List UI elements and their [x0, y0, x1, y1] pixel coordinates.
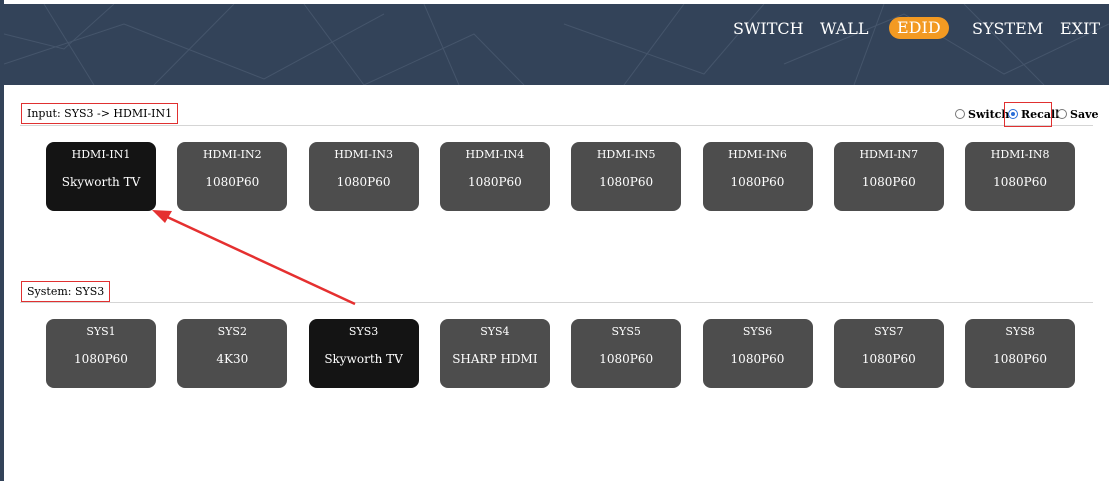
system-divider: [20, 302, 1093, 303]
tile-value: 4K30: [216, 352, 249, 366]
tile-value: 1080P60: [861, 175, 916, 189]
tile-name: SYS4: [480, 325, 510, 338]
tile-name: HDMI-IN8: [990, 148, 1050, 161]
mode-save-label: Save: [1070, 108, 1099, 121]
tile-name: SYS2: [217, 325, 247, 338]
tile-name: HDMI-IN3: [334, 148, 393, 161]
input-tile[interactable]: HDMI-IN5 1080P60: [571, 142, 682, 211]
system-tile[interactable]: SYS3 Skyworth TV: [308, 319, 419, 388]
tile-name: HDMI-IN2: [202, 148, 262, 161]
content-panel: [11, 85, 1109, 481]
tile-name: SYS8: [1005, 325, 1035, 338]
recall-highlight-box: [1004, 102, 1052, 127]
tile-name: HDMI-IN4: [465, 148, 525, 161]
tile-value: 1080P60: [730, 352, 785, 366]
input-tile[interactable]: HDMI-IN6 1080P60: [702, 142, 813, 211]
radio-off-icon: [1057, 109, 1067, 119]
nav-system[interactable]: SYSTEM: [972, 19, 1043, 39]
input-tile[interactable]: HDMI-IN2 1080P60: [177, 142, 288, 211]
input-divider: [20, 125, 1093, 126]
tile-value: Skyworth TV: [324, 352, 403, 366]
system-tile[interactable]: SYS5 1080P60: [571, 319, 682, 388]
system-tile[interactable]: SYS8 1080P60: [965, 319, 1076, 388]
nav-switch[interactable]: SWITCH: [733, 19, 804, 39]
system-tile[interactable]: SYS2 4K30: [177, 319, 288, 388]
nav-wall[interactable]: WALL: [820, 19, 868, 39]
system-tile[interactable]: SYS6 1080P60: [702, 319, 813, 388]
tile-value: 1080P60: [74, 352, 128, 366]
tile-value: Skyworth TV: [61, 175, 141, 189]
mode-save-radio[interactable]: Save: [1057, 107, 1098, 123]
tile-name: HDMI-IN6: [728, 148, 787, 161]
input-route-label: Input: SYS3 -> HDMI-IN1: [21, 103, 179, 124]
input-tile[interactable]: HDMI-IN1 Skyworth TV: [46, 142, 156, 211]
nav-exit[interactable]: EXIT: [1060, 19, 1100, 39]
header-map-pattern: [4, 4, 1109, 85]
tile-value: 1080P60: [993, 352, 1048, 366]
tile-value: 1080P60: [336, 175, 391, 189]
mode-switch-radio[interactable]: Switch: [955, 107, 1009, 123]
tile-name: SYS6: [742, 325, 773, 338]
tile-value: 1080P60: [467, 175, 522, 189]
header-bar: [4, 4, 1109, 85]
tile-value: 1080P60: [861, 352, 916, 366]
input-tile[interactable]: HDMI-IN7 1080P60: [833, 142, 944, 211]
tile-value: 1080P60: [599, 175, 654, 189]
nav-edid[interactable]: EDID: [889, 17, 949, 39]
tile-name: SYS7: [874, 325, 904, 338]
system-tile[interactable]: SYS7 1080P60: [833, 319, 944, 388]
tile-value: 1080P60: [730, 175, 785, 189]
input-tile[interactable]: HDMI-IN4 1080P60: [439, 142, 550, 211]
system-tile[interactable]: SYS1 1080P60: [46, 319, 156, 388]
input-tile[interactable]: HDMI-IN8 1080P60: [965, 142, 1076, 211]
tile-name: HDMI-IN5: [596, 148, 656, 161]
tile-name: HDMI-IN7: [859, 148, 919, 161]
tile-name: SYS3: [348, 325, 379, 338]
tile-name: SYS1: [86, 325, 116, 338]
tile-value: 1080P60: [205, 175, 260, 189]
tile-name: HDMI-IN1: [71, 148, 131, 161]
tile-name: SYS5: [611, 325, 641, 338]
tile-value: 1080P60: [993, 175, 1048, 189]
radio-off-icon: [955, 109, 965, 119]
system-label: System: SYS3: [21, 281, 111, 302]
input-tile[interactable]: HDMI-IN3 1080P60: [308, 142, 419, 211]
tile-value: 1080P60: [599, 352, 654, 366]
tile-value: SHARP HDMI: [452, 352, 538, 366]
system-tile[interactable]: SYS4 SHARP HDMI: [439, 319, 550, 388]
